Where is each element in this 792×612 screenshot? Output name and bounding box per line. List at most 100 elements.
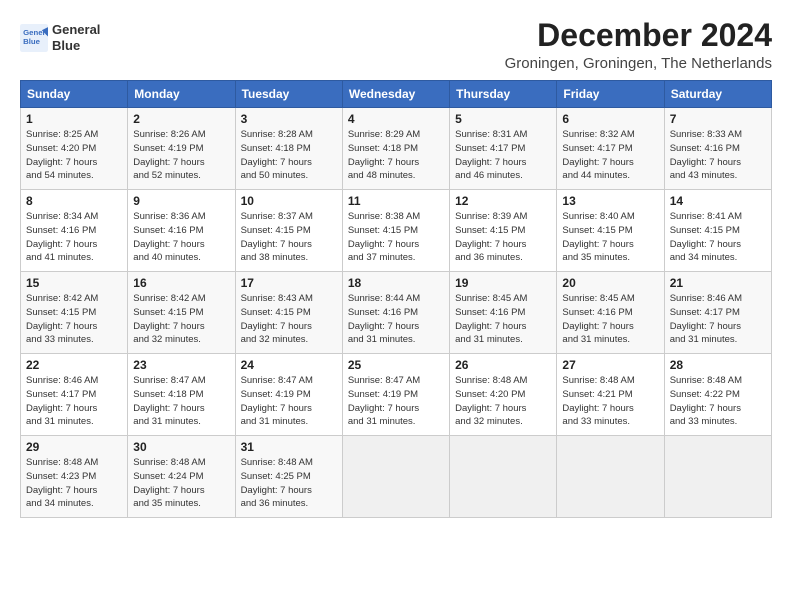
logo-text-line2: Blue — [52, 38, 100, 54]
day-number: 11 — [348, 194, 444, 208]
calendar-cell: 4Sunrise: 8:29 AM Sunset: 4:18 PM Daylig… — [342, 108, 449, 190]
weekday-header-sunday: Sunday — [21, 81, 128, 108]
calendar-cell: 3 Sunrise: 8:28 AM Sunset: 4:18 PM Daylig… — [235, 108, 342, 190]
calendar-cell: 28 Sunrise: 8:48 AM Sunset: 4:22 PM Dayli… — [664, 354, 771, 436]
day-info: Sunrise: 8:47 AM Sunset: 4:19 PM Dayligh… — [241, 375, 313, 427]
calendar-cell: 17 Sunrise: 8:43 AM Sunset: 4:15 PM Dayli… — [235, 272, 342, 354]
day-number: 24 — [241, 358, 337, 372]
day-number: 7 — [670, 112, 766, 126]
calendar-cell: 18 Sunrise: 8:44 AM Sunset: 4:16 PM Dayli… — [342, 272, 449, 354]
day-info: Sunrise: 8:29 AM Sunset: 4:18 PM Dayligh… — [348, 129, 420, 181]
calendar-cell: 24 Sunrise: 8:47 AM Sunset: 4:19 PM Dayli… — [235, 354, 342, 436]
calendar-cell — [342, 436, 449, 518]
calendar-cell: 29Sunrise: 8:48 AM Sunset: 4:23 PM Dayli… — [21, 436, 128, 518]
day-number: 3 — [241, 112, 337, 126]
calendar-cell: 23 Sunrise: 8:47 AM Sunset: 4:18 PM Dayli… — [128, 354, 235, 436]
calendar-table: SundayMondayTuesdayWednesdayThursdayFrid… — [20, 80, 772, 518]
day-number: 31 — [241, 440, 337, 454]
day-number: 12 — [455, 194, 551, 208]
day-number: 23 — [133, 358, 229, 372]
calendar-cell — [557, 436, 664, 518]
calendar-cell: 13Sunrise: 8:40 AM Sunset: 4:15 PM Dayli… — [557, 190, 664, 272]
day-info: Sunrise: 8:28 AM Sunset: 4:18 PM Dayligh… — [241, 129, 313, 181]
subtitle: Groningen, Groningen, The Netherlands — [505, 55, 772, 72]
weekday-header-wednesday: Wednesday — [342, 81, 449, 108]
calendar-cell: 14Sunrise: 8:41 AM Sunset: 4:15 PM Dayli… — [664, 190, 771, 272]
calendar-cell — [450, 436, 557, 518]
day-info: Sunrise: 8:42 AM Sunset: 4:15 PM Dayligh… — [26, 293, 98, 345]
logo: General Blue General Blue — [20, 22, 100, 53]
day-number: 2 — [133, 112, 229, 126]
weekday-header-friday: Friday — [557, 81, 664, 108]
logo-icon: General Blue — [20, 24, 48, 52]
calendar-cell: 20Sunrise: 8:45 AM Sunset: 4:16 PM Dayli… — [557, 272, 664, 354]
calendar-header-row: SundayMondayTuesdayWednesdayThursdayFrid… — [21, 81, 772, 108]
title-block: December 2024 Groningen, Groningen, The … — [505, 18, 772, 72]
day-info: Sunrise: 8:48 AM Sunset: 4:20 PM Dayligh… — [455, 375, 527, 427]
day-number: 15 — [26, 276, 122, 290]
weekday-header-monday: Monday — [128, 81, 235, 108]
calendar-cell: 19Sunrise: 8:45 AM Sunset: 4:16 PM Dayli… — [450, 272, 557, 354]
calendar-cell: 15 Sunrise: 8:42 AM Sunset: 4:15 PM Dayli… — [21, 272, 128, 354]
day-number: 26 — [455, 358, 551, 372]
day-info: Sunrise: 8:34 AM Sunset: 4:16 PM Dayligh… — [26, 211, 98, 263]
day-info: Sunrise: 8:37 AM Sunset: 4:15 PM Dayligh… — [241, 211, 313, 263]
weekday-header-thursday: Thursday — [450, 81, 557, 108]
day-number: 20 — [562, 276, 658, 290]
day-info: Sunrise: 8:44 AM Sunset: 4:16 PM Dayligh… — [348, 293, 420, 345]
main-title: December 2024 — [505, 18, 772, 53]
day-info: Sunrise: 8:48 AM Sunset: 4:22 PM Dayligh… — [670, 375, 742, 427]
header: General Blue General Blue December 2024 … — [20, 18, 772, 72]
calendar-cell: 10Sunrise: 8:37 AM Sunset: 4:15 PM Dayli… — [235, 190, 342, 272]
calendar-cell: 7 Sunrise: 8:33 AM Sunset: 4:16 PM Daylig… — [664, 108, 771, 190]
calendar-week-row: 22Sunrise: 8:46 AM Sunset: 4:17 PM Dayli… — [21, 354, 772, 436]
day-info: Sunrise: 8:38 AM Sunset: 4:15 PM Dayligh… — [348, 211, 420, 263]
weekday-header-tuesday: Tuesday — [235, 81, 342, 108]
calendar-cell: 2Sunrise: 8:26 AM Sunset: 4:19 PM Daylig… — [128, 108, 235, 190]
calendar-cell: 12Sunrise: 8:39 AM Sunset: 4:15 PM Dayli… — [450, 190, 557, 272]
page-container: General Blue General Blue December 2024 … — [0, 0, 792, 528]
calendar-cell: 8 Sunrise: 8:34 AM Sunset: 4:16 PM Daylig… — [21, 190, 128, 272]
day-info: Sunrise: 8:36 AM Sunset: 4:16 PM Dayligh… — [133, 211, 205, 263]
calendar-body: 1Sunrise: 8:25 AM Sunset: 4:20 PM Daylig… — [21, 108, 772, 518]
day-number: 16 — [133, 276, 229, 290]
day-number: 19 — [455, 276, 551, 290]
day-info: Sunrise: 8:32 AM Sunset: 4:17 PM Dayligh… — [562, 129, 634, 181]
day-info: Sunrise: 8:47 AM Sunset: 4:18 PM Dayligh… — [133, 375, 205, 427]
day-number: 6 — [562, 112, 658, 126]
day-number: 8 — [26, 194, 122, 208]
calendar-cell: 1Sunrise: 8:25 AM Sunset: 4:20 PM Daylig… — [21, 108, 128, 190]
day-info: Sunrise: 8:48 AM Sunset: 4:25 PM Dayligh… — [241, 457, 313, 509]
day-info: Sunrise: 8:48 AM Sunset: 4:21 PM Dayligh… — [562, 375, 634, 427]
calendar-cell: 6 Sunrise: 8:32 AM Sunset: 4:17 PM Daylig… — [557, 108, 664, 190]
calendar-cell: 27 Sunrise: 8:48 AM Sunset: 4:21 PM Dayli… — [557, 354, 664, 436]
day-info: Sunrise: 8:25 AM Sunset: 4:20 PM Dayligh… — [26, 129, 98, 181]
day-info: Sunrise: 8:46 AM Sunset: 4:17 PM Dayligh… — [670, 293, 742, 345]
calendar-cell: 26 Sunrise: 8:48 AM Sunset: 4:20 PM Dayli… — [450, 354, 557, 436]
calendar-cell: 16 Sunrise: 8:42 AM Sunset: 4:15 PM Dayli… — [128, 272, 235, 354]
calendar-cell: 25Sunrise: 8:47 AM Sunset: 4:19 PM Dayli… — [342, 354, 449, 436]
calendar-week-row: 1Sunrise: 8:25 AM Sunset: 4:20 PM Daylig… — [21, 108, 772, 190]
day-number: 5 — [455, 112, 551, 126]
calendar-cell: 22Sunrise: 8:46 AM Sunset: 4:17 PM Dayli… — [21, 354, 128, 436]
logo-text-line1: General — [52, 22, 100, 38]
day-number: 29 — [26, 440, 122, 454]
day-number: 9 — [133, 194, 229, 208]
day-number: 14 — [670, 194, 766, 208]
calendar-cell: 21Sunrise: 8:46 AM Sunset: 4:17 PM Dayli… — [664, 272, 771, 354]
calendar-week-row: 8 Sunrise: 8:34 AM Sunset: 4:16 PM Daylig… — [21, 190, 772, 272]
day-info: Sunrise: 8:46 AM Sunset: 4:17 PM Dayligh… — [26, 375, 98, 427]
svg-text:Blue: Blue — [23, 37, 41, 46]
day-number: 18 — [348, 276, 444, 290]
day-info: Sunrise: 8:33 AM Sunset: 4:16 PM Dayligh… — [670, 129, 742, 181]
day-number: 27 — [562, 358, 658, 372]
day-number: 28 — [670, 358, 766, 372]
day-info: Sunrise: 8:48 AM Sunset: 4:24 PM Dayligh… — [133, 457, 205, 509]
day-number: 25 — [348, 358, 444, 372]
calendar-cell: 9 Sunrise: 8:36 AM Sunset: 4:16 PM Daylig… — [128, 190, 235, 272]
day-info: Sunrise: 8:42 AM Sunset: 4:15 PM Dayligh… — [133, 293, 205, 345]
day-info: Sunrise: 8:31 AM Sunset: 4:17 PM Dayligh… — [455, 129, 527, 181]
day-info: Sunrise: 8:43 AM Sunset: 4:15 PM Dayligh… — [241, 293, 313, 345]
calendar-cell: 30Sunrise: 8:48 AM Sunset: 4:24 PM Dayli… — [128, 436, 235, 518]
day-number: 17 — [241, 276, 337, 290]
